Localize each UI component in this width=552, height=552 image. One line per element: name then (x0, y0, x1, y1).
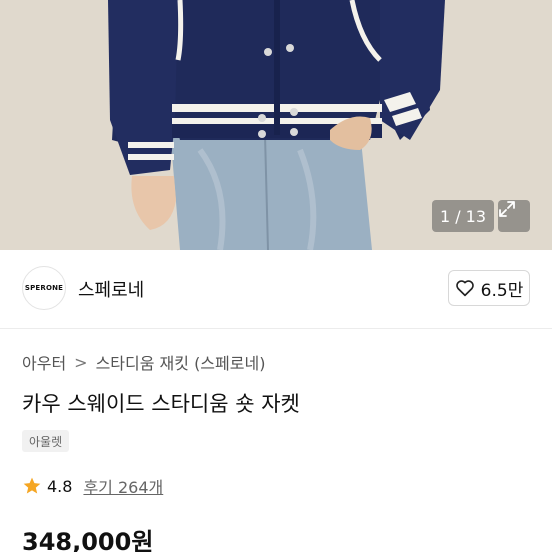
expand-button[interactable] (498, 200, 530, 232)
like-count: 6.5만 (480, 280, 524, 301)
outlet-tag: 아울렛 (22, 430, 70, 452)
product-image[interactable]: 1 / 13 (0, 0, 552, 250)
breadcrumb-item-outer[interactable]: 아우터 (22, 350, 66, 374)
heart-outline-icon (455, 280, 474, 297)
shop-logo[interactable]: SPERONE (22, 266, 66, 310)
image-counter: 1 / 13 (432, 200, 494, 232)
rating-score: 4.8 (47, 476, 73, 496)
shop-name[interactable]: 스페로네 (78, 276, 144, 302)
section-divider (0, 328, 552, 329)
breadcrumb-separator: > (74, 352, 88, 372)
product-title: 카우 스웨이드 스타디움 숏 자켓 (22, 392, 300, 416)
breadcrumb: 아우터 > 스타디움 재킷 (스페로네) (22, 350, 265, 374)
star-icon (23, 477, 41, 494)
breadcrumb-item-category[interactable]: 스타디움 재킷 (스페로네) (96, 350, 266, 374)
like-button[interactable]: 6.5만 (448, 270, 530, 306)
shop-row: SPERONE 스페로네 6.5만 (22, 266, 530, 312)
product-price: 348,000원 (22, 528, 154, 552)
expand-icon (499, 201, 515, 217)
reviews-link[interactable]: 후기 264개 (83, 474, 163, 498)
rating-row: 4.8 후기 264개 (22, 474, 163, 498)
